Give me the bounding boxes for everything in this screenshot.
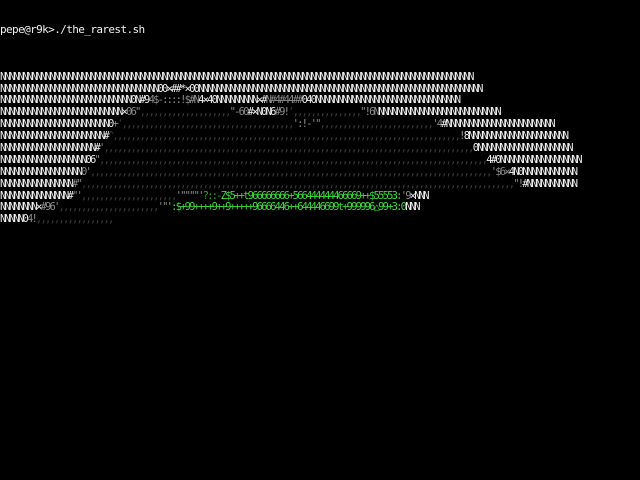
- output-segment: 0': [81, 165, 92, 178]
- terminal-window[interactable]: pepe@r9k>./the_rarest.sh NNNNNNNNNNNNNNN…: [0, 0, 640, 480]
- output-line: NNNNN04!,,,,,,,,,,,,,,,,,: [0, 213, 640, 226]
- output-segment: NNNNNNNNNNNNNNNNNNNNN#: [0, 141, 101, 154]
- output-segment: ':$+99++++9++9+++++96666446++644446699t+…: [166, 201, 407, 214]
- output-segment: NNNNNNNN×: [0, 201, 42, 214]
- output-segment: '4: [432, 118, 443, 131]
- output-segment: 4×40NNNNNNNNN×#: [198, 94, 267, 107]
- output-segment: ,,,,,,,,,,,,,,,,,,,,,,,,,,,,,,,,,,,,,,,,…: [99, 153, 488, 166]
- output-segment: ,,,,,,,,,,,,,,,,,: [36, 213, 114, 226]
- output-segment: NNNNNNNNNNNNNNNNNNN06: [0, 153, 96, 166]
- output-segment: "!: [513, 177, 524, 190]
- output-segment: #×N0N6: [247, 106, 277, 119]
- output-segment: '9: [400, 189, 412, 202]
- output-segment: '$6×: [490, 165, 511, 178]
- output-segment: 06": [126, 106, 141, 119]
- output-segment: NNN: [405, 201, 420, 214]
- output-segment: N#4#44##: [265, 94, 304, 107]
- output-segment: #NNNNNNNNNNNNNNNNNNNNNNNN: [441, 118, 555, 131]
- output-segment: 4!: [27, 213, 38, 226]
- output-segment: NNNNNNNNNNNNNNNNNNNNNNNNNNNNNNNNNNNNNNNN…: [0, 70, 474, 83]
- command-line: pepe@r9k>./the_rarest.sh: [0, 22, 640, 36]
- output-segment: '""""': [175, 189, 205, 202]
- output-segment: ×NNN: [409, 189, 430, 202]
- output-segment: ?::-: [202, 189, 223, 202]
- output-segment: 4#0NNNNNNNNNNNNNNNNNN: [486, 153, 582, 166]
- output-segment: 0NNNNNNNNNNNNNNNNNNNNN: [472, 141, 574, 154]
- output-segment: 8NNNNNNNNNNNNNNNNNNNNNN: [463, 130, 569, 143]
- output-segment: 4N0NNNNNNNNNNNN: [508, 165, 578, 178]
- output-segment: "': [72, 189, 83, 202]
- output-segment: ,,,,,,,,,,,,,,,,,,,,: [139, 106, 232, 119]
- output-segment: NNNNNNNNNNNNNNNNNNNNNNNNNNN: [378, 106, 501, 119]
- output-segment: NNNNN0: [0, 213, 29, 226]
- shell-prompt: pepe@r9k>: [0, 22, 55, 36]
- ascii-art-output: NNNNNNNNNNNNNNNNNNNNNNNNNNNNNNNNNNNNNNNN…: [0, 70, 640, 227]
- output-segment: '": [157, 201, 169, 214]
- output-segment: #NNNNNNNNNNN: [522, 177, 578, 190]
- output-segment: NNNNNNNNNNNNNNN#: [0, 189, 74, 202]
- output-segment: NNNNNNNNNNNNNNNNNNNNNNNNNNN×: [0, 106, 128, 119]
- output-segment: ,,,,,,,,,,,,,,,,,,,,,,,,,,,,,,,,,,,,,,,,…: [103, 141, 475, 154]
- output-segment: "!6N: [360, 106, 380, 119]
- command-text: ./the_rarest.sh: [54, 22, 145, 36]
- output-segment: #": [72, 177, 83, 190]
- output-segment: ^,,,,,,,,,,,,,,,,,,,,,,,,,,,,,,,,,,,,,,,…: [108, 130, 461, 143]
- output-segment: ,,,,,,,,,,,,,,,,,,,,,,,,,,,,,,,,,,,,,,,,…: [90, 165, 492, 178]
- output-segment: ',,,,,,,,,,,,,,,,,,,,,,,,,,,,,,,,,,,,,,: [117, 118, 294, 131]
- output-segment: 4$-::::!$#N: [148, 94, 200, 107]
- output-segment: ,,,,,,,,,,,,,,,,,,,,,: [81, 189, 177, 202]
- output-segment: ,,,,,,,,,,,,,,,,,,,,,,: [58, 201, 160, 214]
- output-segment: NNNNNNNNNNNNNNNNNN: [0, 165, 83, 178]
- output-segment: 040NNNNNNNNNNNNNNNNNNNNNNNNNNNNNNNN: [301, 94, 461, 107]
- output-segment: ,,,,,,,,,,,,,,,,,,,,,,,,,: [319, 118, 434, 131]
- output-segment: NNNNNNNNNNNNNNNNNNNNNNNN0: [0, 118, 114, 131]
- output-segment: #96': [40, 201, 61, 214]
- output-segment: NNNNNNNNNNNNNNNNNNNNNNN#: [0, 130, 110, 143]
- output-segment: NNNNNNNNNNNNNNNNNNNNNNNNNNNNNNNNNNN00×##…: [0, 82, 483, 95]
- output-segment: NNNNNNNNNNNNNNNNNNNNNNNNNNNNN0N#9: [0, 94, 150, 107]
- output-segment: "-60: [229, 106, 250, 119]
- output-segment: #9!: [274, 106, 290, 119]
- output-segment: Z$5++t966666666+566444444466669++$55553:: [220, 189, 403, 202]
- output-segment: NNNNNNNNNNNNNNNN: [0, 177, 74, 190]
- output-segment: ':!-'": [292, 118, 322, 131]
- output-segment: ',,,,,,,,,,,,,,,: [288, 106, 362, 119]
- output-segment: ,,,,,,,,,,,,,,,,,,,,,,,,,,,,,,,,,,,,,,,,…: [81, 177, 515, 190]
